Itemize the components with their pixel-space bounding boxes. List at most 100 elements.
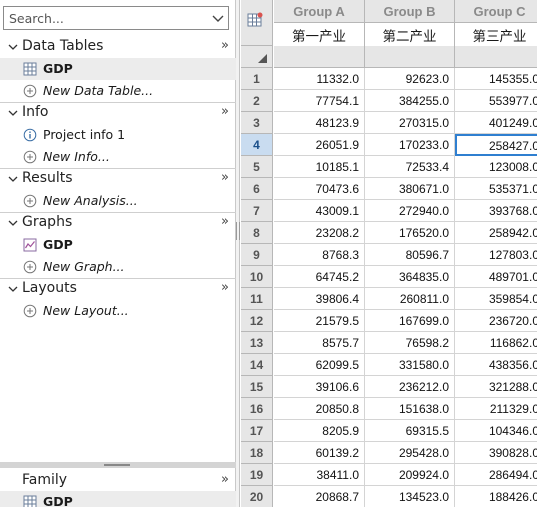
table-cell[interactable]: 92623.0 [365, 68, 455, 90]
table-cell[interactable]: 176520.0 [365, 222, 455, 244]
expand-double-chevron-icon[interactable]: » [221, 104, 229, 119]
row-header[interactable]: 18 [241, 442, 273, 464]
row-header[interactable]: 11 [241, 288, 273, 310]
row-header[interactable]: 9 [241, 244, 273, 266]
resize-grip[interactable] [236, 222, 240, 240]
table-cell[interactable]: 8575.7 [274, 332, 365, 354]
table-cell[interactable]: 11332.0 [274, 68, 365, 90]
data-table-item-gdp[interactable]: GDP [0, 58, 236, 80]
section-family[interactable]: Family » [0, 470, 236, 492]
table-cell[interactable]: 401249.0 [455, 112, 537, 134]
table-cell[interactable]: 170233.0 [365, 134, 455, 156]
table-cell[interactable]: 286494.0 [455, 464, 537, 486]
column-title[interactable]: 第二产业 [365, 22, 454, 46]
collapse-icon[interactable] [7, 41, 19, 53]
table-cell[interactable]: 211329.0 [455, 398, 537, 420]
table-cell[interactable]: 72533.4 [365, 156, 455, 178]
table-cell[interactable]: 236720.0 [455, 310, 537, 332]
family-item-gdp[interactable]: GDP [0, 491, 236, 507]
splitter-grip[interactable] [104, 464, 130, 466]
column-subheader[interactable] [365, 46, 455, 68]
table-cell[interactable]: 8205.9 [274, 420, 365, 442]
row-header[interactable]: 16 [241, 398, 273, 420]
table-cell[interactable]: 535371.0 [455, 178, 537, 200]
table-cell[interactable]: 8768.3 [274, 244, 365, 266]
column-header[interactable]: Group B 第二产业 [365, 0, 455, 46]
section-graphs[interactable]: Graphs » [0, 212, 236, 234]
table-cell[interactable]: 236212.0 [365, 376, 455, 398]
table-cell[interactable]: 26051.9 [274, 134, 365, 156]
section-results[interactable]: Results » [0, 168, 236, 190]
table-cell[interactable]: 321288.0 [455, 376, 537, 398]
section-data-tables[interactable]: Data Tables » [0, 36, 236, 58]
table-cell[interactable]: 167699.0 [365, 310, 455, 332]
table-cell[interactable]: 380671.0 [365, 178, 455, 200]
table-cell[interactable]: 77754.1 [274, 90, 365, 112]
table-cell[interactable]: 258942.0 [455, 222, 537, 244]
table-cell[interactable]: 20850.8 [274, 398, 365, 420]
table-cell[interactable]: 43009.1 [274, 200, 365, 222]
table-cell[interactable]: 104346.0 [455, 420, 537, 442]
table-cell[interactable]: 359854.0 [455, 288, 537, 310]
table-format-icon[interactable] [247, 12, 263, 28]
table-cell[interactable]: 20868.7 [274, 486, 365, 507]
row-header[interactable]: 3 [241, 112, 273, 134]
row-header[interactable]: 5 [241, 156, 273, 178]
table-cell[interactable]: 145355.0 [455, 68, 537, 90]
expand-double-chevron-icon[interactable]: » [221, 170, 229, 185]
table-cell[interactable]: 69315.5 [365, 420, 455, 442]
new-graph-link[interactable]: New Graph... [0, 256, 236, 278]
column-header[interactable]: Group C 第三产业 [455, 0, 537, 46]
vertical-resize-bar[interactable] [236, 0, 240, 507]
new-analysis-link[interactable]: New Analysis... [0, 190, 236, 212]
table-cell[interactable]: 270315.0 [365, 112, 455, 134]
row-header[interactable]: 1 [241, 68, 273, 90]
row-header[interactable]: 10 [241, 266, 273, 288]
table-cell[interactable]: 331580.0 [365, 354, 455, 376]
new-data-table-link[interactable]: New Data Table... [0, 80, 236, 102]
table-cell[interactable]: 134523.0 [365, 486, 455, 507]
table-cell[interactable]: 295428.0 [365, 442, 455, 464]
table-cell[interactable]: 209924.0 [365, 464, 455, 486]
row-header[interactable]: 8 [241, 222, 273, 244]
row-header[interactable]: 19 [241, 464, 273, 486]
table-cell[interactable]: 80596.7 [365, 244, 455, 266]
row-header[interactable]: 20 [241, 486, 273, 507]
row-header[interactable]: 17 [241, 420, 273, 442]
chevron-down-icon[interactable] [211, 11, 225, 25]
column-title[interactable]: 第三产业 [455, 22, 537, 46]
collapse-icon[interactable] [7, 173, 19, 185]
pane-splitter[interactable] [0, 462, 236, 468]
table-cell[interactable]: 390828.0 [455, 442, 537, 464]
expand-double-chevron-icon[interactable]: » [221, 214, 229, 229]
table-cell[interactable]: 553977.0 [455, 90, 537, 112]
sheet-subcorner[interactable] [241, 46, 273, 68]
row-header[interactable]: 13 [241, 332, 273, 354]
table-cell[interactable]: 39806.4 [274, 288, 365, 310]
column-title[interactable]: 第一产业 [274, 22, 364, 46]
row-header[interactable]: 6 [241, 178, 273, 200]
table-cell[interactable]: 260811.0 [365, 288, 455, 310]
table-cell[interactable]: 70473.6 [274, 178, 365, 200]
table-cell[interactable]: 384255.0 [365, 90, 455, 112]
row-header[interactable]: 7 [241, 200, 273, 222]
expand-double-chevron-icon[interactable]: » [221, 472, 229, 487]
table-cell[interactable]: 272940.0 [365, 200, 455, 222]
table-cell[interactable]: 38411.0 [274, 464, 365, 486]
collapse-icon[interactable] [7, 283, 19, 295]
table-cell[interactable]: 60139.2 [274, 442, 365, 464]
table-cell[interactable]: 364835.0 [365, 266, 455, 288]
table-cell[interactable]: 116862.0 [455, 332, 537, 354]
table-cell[interactable]: 62099.5 [274, 354, 365, 376]
expand-double-chevron-icon[interactable]: » [221, 280, 229, 295]
table-cell[interactable]: 258427.0 [455, 134, 537, 156]
collapse-icon[interactable] [7, 217, 19, 229]
section-layouts[interactable]: Layouts » [0, 278, 236, 300]
new-info-link[interactable]: New Info... [0, 146, 236, 168]
table-cell[interactable]: 76598.2 [365, 332, 455, 354]
table-cell[interactable]: 10185.1 [274, 156, 365, 178]
search-input[interactable]: Search... [3, 6, 229, 30]
row-header[interactable]: 2 [241, 90, 273, 112]
info-item-project-info-1[interactable]: Project info 1 [0, 124, 236, 146]
row-header[interactable]: 4 [241, 134, 273, 156]
